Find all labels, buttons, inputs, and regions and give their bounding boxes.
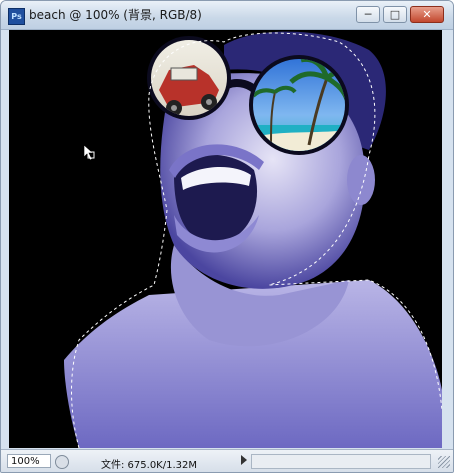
document-window: Ps beach @ 100% (背景, RGB/8) ─ □ ✕ 100% 文…: [0, 0, 454, 473]
document-info: 文件: 675.0K/1.32M: [101, 460, 197, 471]
maximize-button[interactable]: □: [383, 6, 407, 23]
close-button[interactable]: ✕: [410, 6, 444, 23]
photo: [64, 31, 442, 448]
close-icon: ✕: [422, 8, 432, 21]
window-title: beach @ 100% (背景, RGB/8): [29, 8, 202, 22]
photoshop-icon: Ps: [8, 8, 25, 25]
resize-grip-icon[interactable]: [438, 456, 450, 468]
minimize-icon: ─: [364, 8, 372, 21]
status-arrow-icon[interactable]: [241, 455, 247, 465]
ear: [347, 155, 375, 205]
maximize-icon: □: [389, 8, 401, 21]
minimize-button[interactable]: ─: [356, 6, 380, 23]
status-menu-icon[interactable]: [55, 455, 69, 469]
status-bar: 100% 文件: 675.0K/1.32M: [1, 449, 453, 472]
zoom-field[interactable]: 100%: [7, 454, 51, 468]
title-bar[interactable]: Ps beach @ 100% (背景, RGB/8) ─ □ ✕: [1, 1, 453, 30]
image-canvas[interactable]: [9, 30, 442, 448]
horizontal-scrollbar[interactable]: [251, 454, 431, 469]
